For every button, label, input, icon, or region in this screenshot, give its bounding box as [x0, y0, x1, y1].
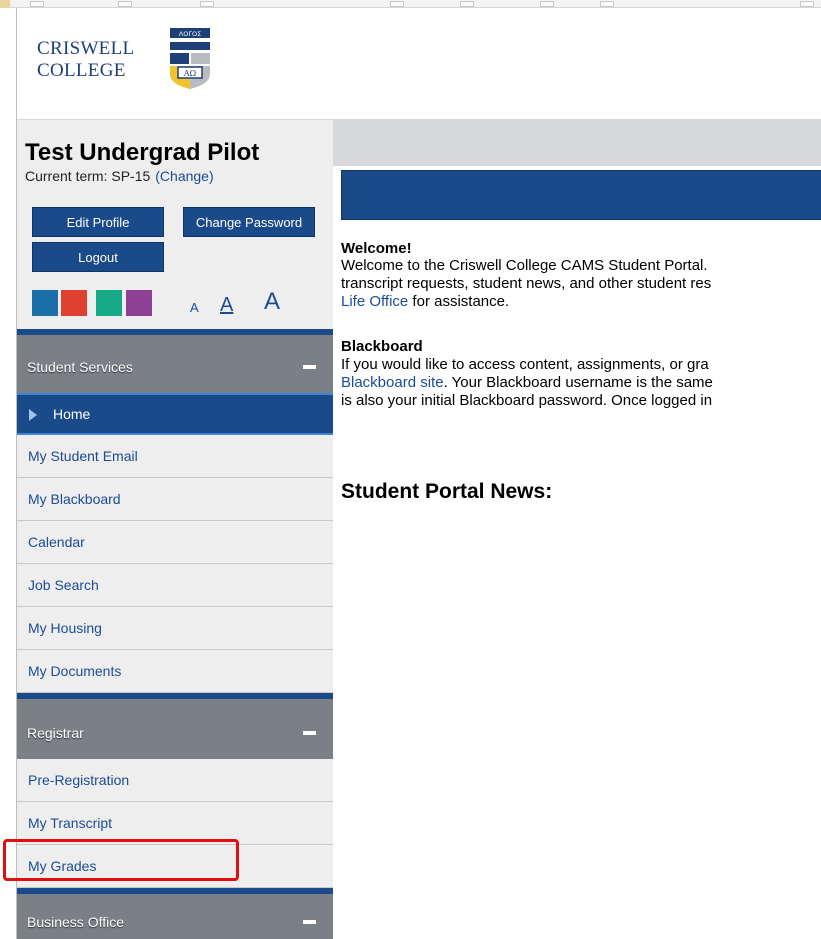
- college-shield-icon: ΛΟΓΟΣ AΩ: [170, 28, 210, 89]
- business-office-title: Business Office: [27, 914, 125, 930]
- shield-motto: ΛΟΓΟΣ: [179, 30, 201, 38]
- welcome-heading: Welcome!: [341, 240, 412, 257]
- sidebar-item-student-email[interactable]: My Student Email: [17, 435, 333, 478]
- current-term: Current term: SP-15 (Change): [25, 168, 214, 184]
- annotation-highlight-box: [3, 839, 239, 881]
- toolbar-button[interactable]: [390, 1, 404, 7]
- edit-profile-button[interactable]: Edit Profile: [32, 207, 164, 237]
- font-size-large[interactable]: A: [264, 288, 280, 316]
- collapse-icon[interactable]: [303, 920, 316, 924]
- svg-text:AΩ: AΩ: [183, 69, 197, 78]
- sidebar-item-documents[interactable]: My Documents: [17, 650, 333, 693]
- sidebar-item-housing[interactable]: My Housing: [17, 607, 333, 650]
- toolbar-button[interactable]: [200, 1, 214, 7]
- student-portal-news-heading: Student Portal News:: [341, 480, 553, 503]
- site-header: CRISWELL COLLEGE ΛΟΓΟΣ AΩ: [17, 8, 821, 120]
- sidebar-item-calendar[interactable]: Calendar: [17, 521, 333, 564]
- blackboard-text-line: If you would like to access content, ass…: [341, 356, 709, 373]
- collapse-icon[interactable]: [303, 365, 316, 369]
- student-services-title: Student Services: [27, 359, 133, 375]
- main-content: Welcome! Welcome to the Criswell College…: [333, 166, 821, 939]
- welcome-text-line: Life Office for assistance.: [341, 293, 509, 310]
- business-office-header[interactable]: Business Office: [17, 888, 333, 939]
- college-logo[interactable]: CRISWELL COLLEGE ΛΟΓΟΣ AΩ: [37, 26, 217, 96]
- sidebar-item-blackboard[interactable]: My Blackboard: [17, 478, 333, 521]
- logo-text-line2: COLLEGE: [37, 60, 126, 81]
- sidebar-item-pre-registration[interactable]: Pre-Registration: [17, 759, 333, 802]
- welcome-text-rest: for assistance.: [408, 293, 510, 310]
- change-term-link[interactable]: (Change): [155, 168, 213, 184]
- life-office-link[interactable]: Life Office: [341, 293, 408, 310]
- window-grip: [0, 0, 10, 8]
- welcome-text-line: Welcome to the Criswell College CAMS Stu…: [341, 257, 708, 274]
- theme-purple-swatch[interactable]: [126, 290, 152, 316]
- toolbar-button[interactable]: [600, 1, 614, 7]
- current-term-label: Current term: SP-15: [25, 168, 151, 184]
- chevron-right-icon: [29, 409, 37, 421]
- welcome-text-line: transcript requests, student news, and o…: [341, 275, 712, 292]
- student-name: Test Undergrad Pilot: [25, 139, 260, 166]
- sidebar-item-label: Home: [53, 406, 91, 422]
- toolbar-button[interactable]: [800, 1, 814, 7]
- blackboard-text-line: is also your initial Blackboard password…: [341, 392, 713, 409]
- logo-text-line1: CRISWELL: [37, 38, 135, 59]
- left-sidebar: Test Undergrad Pilot Current term: SP-15…: [17, 120, 333, 939]
- font-size-medium[interactable]: A: [220, 294, 233, 317]
- change-password-button[interactable]: Change Password: [183, 207, 315, 237]
- toolbar-button[interactable]: [460, 1, 474, 7]
- student-services-header[interactable]: Student Services: [17, 329, 333, 393]
- sidebar-item-job-search[interactable]: Job Search: [17, 564, 333, 607]
- theme-blue-swatch[interactable]: [32, 290, 58, 316]
- blackboard-site-link[interactable]: Blackboard site: [341, 374, 444, 391]
- toolbar-button[interactable]: [540, 1, 554, 7]
- collapse-icon[interactable]: [303, 731, 316, 735]
- portal-page: CRISWELL COLLEGE ΛΟΓΟΣ AΩ Test Undergrad…: [16, 8, 821, 939]
- registrar-title: Registrar: [27, 725, 84, 741]
- blackboard-text-rest: . Your Blackboard username is the same: [443, 374, 713, 391]
- toolbar-button[interactable]: [118, 1, 132, 7]
- font-size-small[interactable]: A: [190, 300, 199, 315]
- sidebar-item-home[interactable]: Home: [17, 393, 333, 435]
- registrar-header[interactable]: Registrar: [17, 693, 333, 759]
- blackboard-text-line: Blackboard site. Your Blackboard usernam…: [341, 374, 713, 391]
- content-title-bar: [341, 170, 821, 220]
- browser-toolbar-strip: [0, 0, 821, 8]
- theme-red-swatch[interactable]: [61, 290, 87, 316]
- blackboard-heading: Blackboard: [341, 338, 423, 355]
- toolbar-button[interactable]: [30, 1, 44, 7]
- logout-button[interactable]: Logout: [32, 242, 164, 272]
- theme-green-swatch[interactable]: [96, 290, 122, 316]
